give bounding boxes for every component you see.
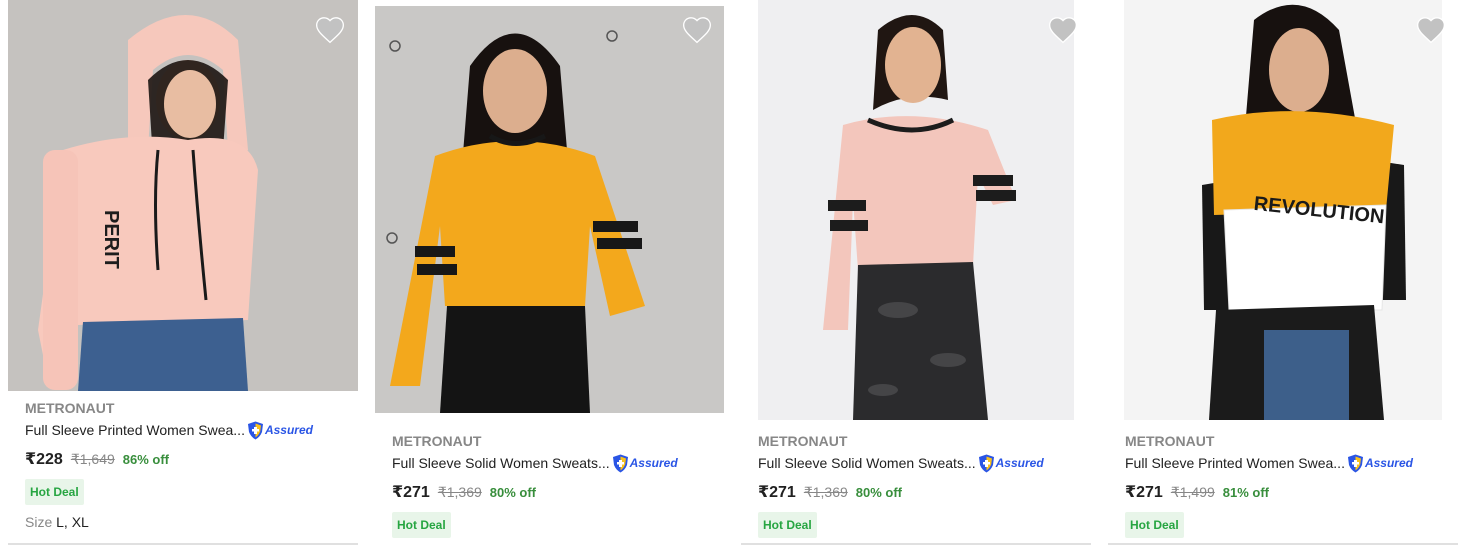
selling-price: ₹271 [392, 484, 430, 501]
size-label: Size [25, 514, 53, 530]
discount-percent: 86% off [122, 452, 170, 467]
shield-plus-icon [1347, 454, 1363, 472]
hot-deal-badge: Hot Deal [758, 512, 817, 538]
product-image[interactable] [375, 6, 724, 413]
product-card[interactable]: PERIT METRONAUT Full Sleeve Printed Wome… [8, 0, 358, 545]
discount-percent: 81% off [1222, 485, 1270, 500]
original-price: ₹1,649 [70, 451, 115, 467]
product-card[interactable]: METRONAUT Full Sleeve Solid Women Sweats… [375, 0, 724, 545]
selling-price: ₹228 [25, 451, 63, 468]
original-price: ₹1,499 [1170, 484, 1215, 500]
assured-label: Assured [629, 456, 678, 470]
shield-plus-icon [247, 421, 263, 439]
product-title[interactable]: Full Sleeve Solid Women Sweats... [392, 453, 610, 473]
assured-badge: Assured [247, 420, 313, 440]
original-price: ₹1,369 [437, 484, 482, 500]
size-info: Size L, XL [25, 514, 350, 534]
brand-name: METRONAUT [1125, 433, 1215, 449]
hot-deal-badge: Hot Deal [25, 479, 84, 505]
hot-deal-badge: Hot Deal [392, 512, 451, 538]
hot-deal-badge: Hot Deal [1125, 512, 1184, 538]
discount-percent: 80% off [489, 485, 537, 500]
shield-plus-icon [612, 454, 628, 472]
product-image[interactable]: PERIT [8, 0, 358, 391]
product-image[interactable] [758, 0, 1074, 420]
assured-label: Assured [264, 423, 313, 437]
brand-name: METRONAUT [392, 433, 482, 449]
product-image[interactable]: REVOLUTION [1124, 0, 1442, 420]
wishlist-heart-icon[interactable] [1047, 14, 1079, 44]
brand-name: METRONAUT [25, 400, 115, 416]
selling-price: ₹271 [758, 484, 796, 501]
product-title[interactable]: Full Sleeve Solid Women Sweats... [758, 453, 976, 473]
wishlist-heart-icon[interactable] [314, 14, 346, 44]
assured-label: Assured [995, 456, 1044, 470]
product-card[interactable]: METRONAUT Full Sleeve Solid Women Sweats… [741, 0, 1091, 545]
wishlist-heart-icon[interactable] [681, 14, 713, 44]
original-price: ₹1,369 [803, 484, 848, 500]
assured-badge: Assured [1347, 453, 1413, 473]
size-values: L, XL [56, 514, 89, 530]
assured-badge: Assured [612, 453, 678, 473]
brand-name: METRONAUT [758, 433, 848, 449]
assured-badge: Assured [978, 453, 1044, 473]
discount-percent: 80% off [855, 485, 903, 500]
product-title[interactable]: Full Sleeve Printed Women Swea... [25, 420, 245, 440]
selling-price: ₹271 [1125, 484, 1163, 501]
shield-plus-icon [978, 454, 994, 472]
product-title[interactable]: Full Sleeve Printed Women Swea... [1125, 453, 1345, 473]
assured-label: Assured [1364, 456, 1413, 470]
svg-text:PERIT: PERIT [100, 210, 122, 269]
product-card[interactable]: REVOLUTION METRONAUT Full Sleeve Printed… [1108, 0, 1458, 545]
wishlist-heart-icon[interactable] [1415, 14, 1447, 44]
